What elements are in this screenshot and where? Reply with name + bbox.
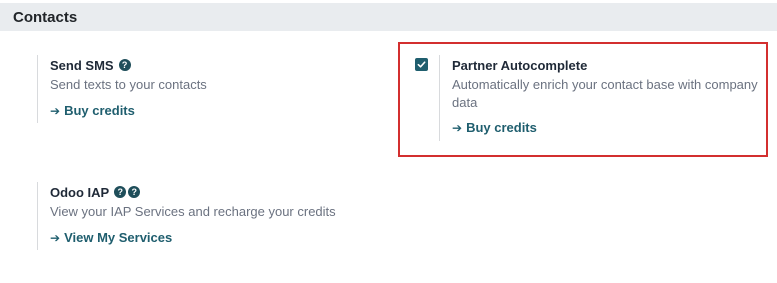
setting-description: Send texts to your contacts: [50, 77, 207, 92]
link-label: View My Services: [64, 230, 173, 245]
link-label: Buy credits: [466, 120, 537, 135]
setting-title: Send SMS: [50, 57, 114, 73]
setting-partner-autocomplete: Partner Autocomplete Automatically enric…: [439, 55, 764, 141]
view-my-services-link[interactable]: ➔ View My Services: [50, 230, 172, 245]
question-circle-icon[interactable]: ?: [128, 186, 141, 198]
arrow-right-icon: ➔: [452, 120, 463, 135]
question-circle-icon[interactable]: ?: [114, 186, 127, 198]
section-title: Contacts: [13, 8, 78, 26]
setting-title: Partner Autocomplete: [452, 57, 588, 73]
setting-title: Odoo IAP: [50, 184, 110, 200]
setting-description: View your IAP Services and recharge your…: [50, 204, 336, 219]
buy-credits-link[interactable]: ➔ Buy credits: [50, 103, 135, 118]
check-icon: [417, 61, 426, 68]
setting-send-sms: Send SMS ? Send texts to your contacts ➔…: [37, 55, 367, 123]
arrow-right-icon: ➔: [50, 103, 61, 118]
buy-credits-link[interactable]: ➔ Buy credits: [452, 120, 537, 135]
section-header: Contacts: [0, 3, 777, 31]
partner-autocomplete-checkbox[interactable]: [415, 58, 428, 71]
settings-page: Contacts Send SMS ? Send texts to your c…: [0, 0, 777, 283]
setting-description: Automatically enrich your contact base w…: [452, 77, 758, 110]
question-circle-icon[interactable]: ?: [118, 59, 131, 71]
link-label: Buy credits: [64, 103, 135, 118]
setting-odoo-iap: Odoo IAP ? ? View your IAP Services and …: [37, 182, 367, 250]
arrow-right-icon: ➔: [50, 230, 61, 245]
